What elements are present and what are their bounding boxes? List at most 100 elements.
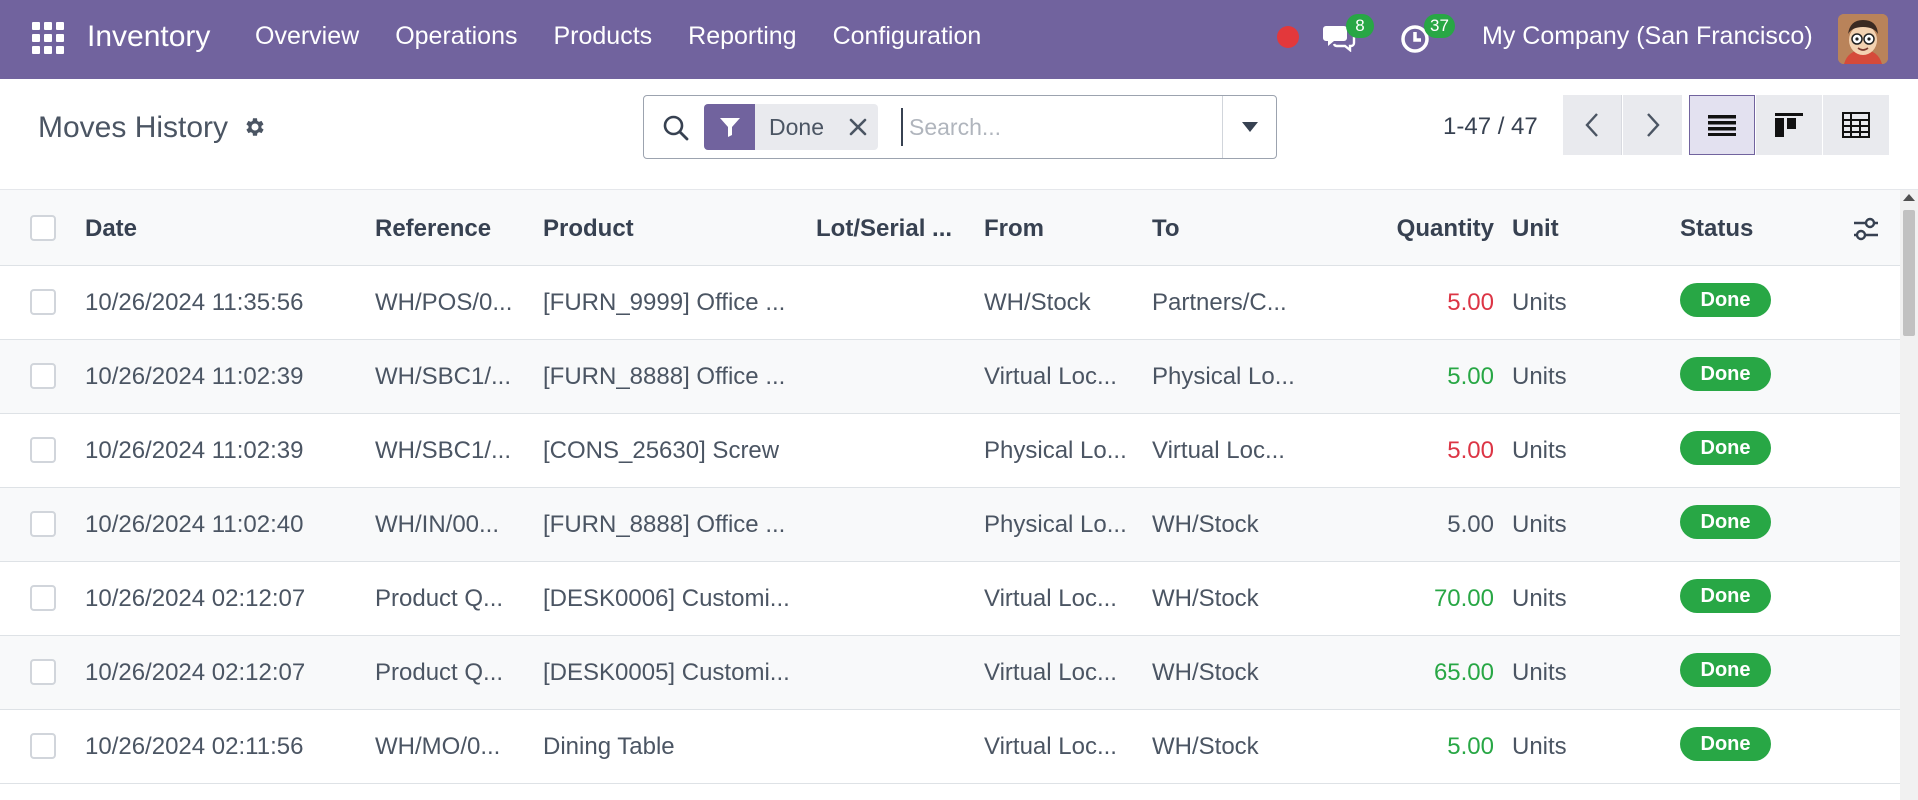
menu-item-operations[interactable]: Operations (395, 22, 517, 51)
cell-to: Virtual Loc... (1152, 437, 1285, 464)
user-avatar[interactable] (1838, 14, 1888, 64)
pager-previous-button[interactable] (1563, 95, 1622, 155)
column-header-reference[interactable]: Reference (375, 215, 491, 243)
cell-quantity: 70.00 (1433, 585, 1494, 612)
scroll-up-arrow-icon[interactable] (1903, 194, 1915, 201)
cell-product: [FURN_8888] Office ... (543, 363, 786, 390)
cell-reference: WH/SBC1/... (375, 363, 512, 390)
cell-to: Physical Lo... (1152, 363, 1295, 390)
pivot-view-button[interactable] (1823, 95, 1889, 155)
cell-unit: Units (1512, 733, 1567, 760)
cell-quantity: 5.00 (1447, 511, 1494, 538)
remove-filter-icon[interactable] (838, 104, 878, 150)
column-header-quantity[interactable]: Quantity (1390, 215, 1494, 243)
caret-down-icon (1241, 122, 1258, 132)
table-row[interactable]: 10/26/2024 02:11:56 WH/MO/0... Dining Tabl… (0, 710, 1900, 784)
kanban-view-button[interactable] (1756, 95, 1822, 155)
cell-date: 10/26/2024 11:35:56 (85, 289, 304, 316)
row-checkbox[interactable] (30, 733, 56, 759)
column-header-to[interactable]: To (1152, 215, 1180, 243)
apps-menu-icon[interactable] (32, 22, 64, 54)
search-options-toggle[interactable] (1222, 96, 1276, 158)
cell-unit: Units (1512, 511, 1567, 538)
gear-icon[interactable] (243, 115, 267, 139)
status-badge: Done (1680, 727, 1771, 761)
top-navbar: Inventory Overview Operations Products R… (0, 0, 1918, 79)
status-badge: Done (1680, 653, 1771, 687)
row-checkbox[interactable] (30, 363, 56, 389)
cell-to: Partners/C... (1152, 289, 1287, 316)
column-header-status[interactable]: Status (1680, 215, 1753, 243)
search-box: Done (643, 95, 1277, 159)
cell-from: Virtual Loc... (984, 659, 1117, 686)
cell-product: [DESK0006] Customi... (543, 585, 790, 612)
row-checkbox[interactable] (30, 585, 56, 611)
app-brand[interactable]: Inventory (87, 20, 210, 54)
select-all-checkbox[interactable] (30, 215, 56, 241)
cell-unit: Units (1512, 289, 1567, 316)
cell-product: [FURN_8888] Office ... (543, 511, 786, 538)
cell-quantity: 65.00 (1433, 659, 1494, 686)
scrollbar-thumb[interactable] (1903, 210, 1915, 336)
cell-quantity: 5.00 (1447, 733, 1494, 760)
status-badge: Done (1680, 431, 1771, 465)
list-view-icon (1708, 115, 1736, 136)
column-header-product[interactable]: Product (543, 215, 634, 243)
column-header-date[interactable]: Date (85, 215, 137, 243)
column-header-from[interactable]: From (984, 215, 1044, 243)
filter-facet-label: Done (769, 114, 824, 140)
cell-to: WH/Stock (1152, 585, 1259, 612)
filter-funnel-icon (704, 104, 755, 150)
row-checkbox[interactable] (30, 289, 56, 315)
search-input[interactable] (901, 108, 1211, 146)
cell-product: [CONS_25630] Screw (543, 437, 780, 464)
messages-count-badge: 8 (1346, 14, 1374, 38)
cell-quantity: 5.00 (1447, 289, 1494, 316)
cell-product: [FURN_9999] Office ... (543, 289, 786, 316)
cell-product: Dining Table (543, 733, 675, 760)
chevron-left-icon (1585, 113, 1598, 137)
cell-to: WH/Stock (1152, 659, 1259, 686)
table-row[interactable]: 10/26/2024 02:12:07 Product Q... [DESK0006… (0, 562, 1900, 636)
status-badge: Done (1680, 283, 1771, 317)
row-checkbox[interactable] (30, 659, 56, 685)
cell-date: 10/26/2024 11:02:39 (85, 437, 304, 464)
cell-date: 10/26/2024 11:02:40 (85, 511, 304, 538)
company-switcher[interactable]: My Company (San Francisco) (1482, 22, 1813, 51)
menu-item-reporting[interactable]: Reporting (688, 22, 796, 51)
optional-columns-icon[interactable] (1852, 216, 1880, 242)
column-header-unit[interactable]: Unit (1512, 215, 1559, 243)
activities-count-badge: 37 (1424, 14, 1455, 38)
main-menu: Overview Operations Products Reporting C… (255, 22, 1017, 51)
row-checkbox[interactable] (30, 511, 56, 537)
cell-from: Virtual Loc... (984, 363, 1117, 390)
menu-item-overview[interactable]: Overview (255, 22, 359, 51)
pager-next-button[interactable] (1623, 95, 1682, 155)
cell-reference: WH/MO/0... (375, 733, 501, 760)
table-row[interactable]: 10/26/2024 02:12:07 Product Q... [DESK0005… (0, 636, 1900, 710)
column-header-lot[interactable]: Lot/Serial ... (816, 215, 966, 243)
menu-item-configuration[interactable]: Configuration (833, 22, 982, 51)
cell-date: 10/26/2024 02:12:07 (85, 659, 306, 686)
menu-item-products[interactable]: Products (553, 22, 652, 51)
table-row[interactable]: 10/26/2024 11:35:56 WH/POS/0... [FURN_9999… (0, 266, 1900, 340)
cell-from: Virtual Loc... (984, 733, 1117, 760)
status-badge: Done (1680, 579, 1771, 613)
cell-date: 10/26/2024 02:12:07 (85, 585, 306, 612)
cell-quantity: 5.00 (1447, 363, 1494, 390)
pager-value[interactable]: 1-47 / 47 (1443, 113, 1538, 141)
recording-indicator-icon[interactable] (1277, 26, 1299, 48)
cell-date: 10/26/2024 02:11:56 (85, 733, 304, 760)
cell-unit: Units (1512, 659, 1567, 686)
row-checkbox[interactable] (30, 437, 56, 463)
list-view-button[interactable] (1689, 95, 1755, 155)
vertical-scrollbar[interactable] (1900, 190, 1918, 800)
table-row[interactable]: 10/26/2024 11:02:39 WH/SBC1/... [CONS_2563… (0, 414, 1900, 488)
cell-to: WH/Stock (1152, 511, 1259, 538)
table-row[interactable]: 10/26/2024 11:02:40 WH/IN/00... [FURN_8888… (0, 488, 1900, 562)
cell-from: Physical Lo... (984, 437, 1127, 464)
table-row[interactable]: 10/26/2024 11:02:39 WH/SBC1/... [FURN_8888… (0, 340, 1900, 414)
cell-date: 10/26/2024 11:02:39 (85, 363, 304, 390)
status-badge: Done (1680, 357, 1771, 391)
search-icon[interactable] (662, 114, 690, 142)
